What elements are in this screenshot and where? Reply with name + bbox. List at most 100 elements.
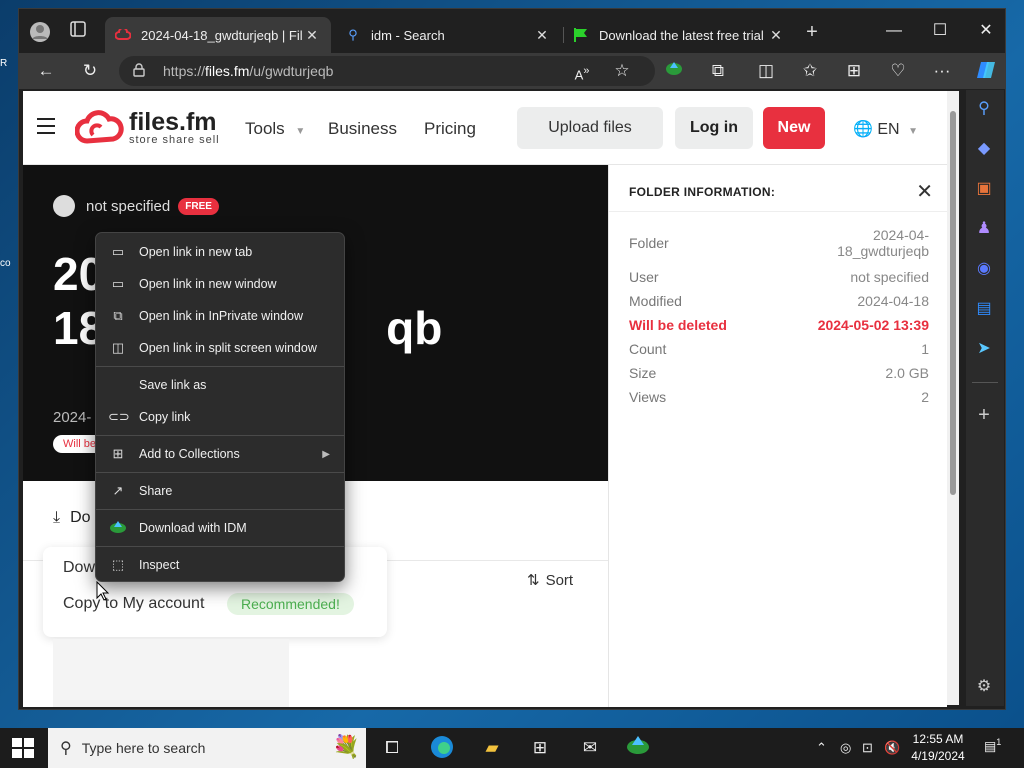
upload-files-button[interactable]: Upload files xyxy=(517,107,663,149)
tab-idm-download[interactable]: Download the latest free trial ve ✕ xyxy=(563,17,795,53)
ctx-label: Save link as xyxy=(139,378,207,392)
globe-icon: 🌐 xyxy=(853,121,873,138)
tab-close-icon[interactable]: ✕ xyxy=(533,27,551,44)
sidebar-outlook-icon[interactable]: ▤ xyxy=(971,296,997,322)
ctx-inspect[interactable]: ⬚ Inspect xyxy=(96,550,344,580)
read-aloud-icon[interactable]: A» xyxy=(569,59,595,83)
logo-tagline: store share sell xyxy=(129,134,220,146)
download-button[interactable]: ⤓ Do xyxy=(53,509,91,527)
info-row-deletion: Will be deleted 2024-05-02 13:39 xyxy=(629,317,929,333)
sidebar-search-icon[interactable]: ⚲ xyxy=(971,96,997,122)
collections-icon[interactable]: ⊞ xyxy=(841,59,867,83)
divider xyxy=(609,211,947,212)
info-value: 2 xyxy=(921,389,929,405)
tray-chevron-icon[interactable]: ⌃ xyxy=(816,740,827,756)
ctx-add-to-collections[interactable]: ⊞ Add to Collections ▶ xyxy=(96,439,344,469)
refresh-icon[interactable]: ↻ xyxy=(77,59,103,83)
info-row-count: Count 1 xyxy=(629,341,929,357)
ctx-save-link-as[interactable]: Save link as xyxy=(96,370,344,400)
ctx-open-inprivate[interactable]: ⧉ Open link in InPrivate window xyxy=(96,301,344,331)
lock-icon xyxy=(133,62,149,80)
notification-center-icon[interactable]: ▤1 xyxy=(984,737,1001,754)
hamburger-menu-icon[interactable] xyxy=(37,118,55,134)
ctx-label: Inspect xyxy=(139,558,180,572)
sidebar-settings-gear-icon[interactable]: ⚙ xyxy=(971,674,997,700)
sidebar-games-icon[interactable]: ♟ xyxy=(971,216,997,242)
collections-icon: ⊞ xyxy=(112,446,124,461)
sidebar-add-icon[interactable]: + xyxy=(971,402,997,428)
close-window-icon[interactable]: ✕ xyxy=(963,17,1009,45)
download-option[interactable]: Dow xyxy=(63,559,95,577)
sidebar-send-icon[interactable]: ➤ xyxy=(971,336,997,362)
download-label: Do xyxy=(70,509,91,526)
back-arrow-icon[interactable]: ← xyxy=(33,59,59,83)
volume-muted-icon[interactable]: 🔇 xyxy=(884,740,900,756)
tab-idm-search[interactable]: ⚲ idm - Search ✕ xyxy=(335,17,561,53)
ctx-open-new-tab[interactable]: ▭ Open link in new tab xyxy=(96,237,344,267)
idm-taskbar-icon[interactable] xyxy=(624,734,652,762)
nav-business[interactable]: Business xyxy=(328,119,397,139)
chevron-down-icon: ▼ xyxy=(295,126,306,137)
sidebar-office-icon[interactable]: ◉ xyxy=(971,256,997,282)
new-tab-plus-icon[interactable]: + xyxy=(801,21,823,43)
ctx-copy-link[interactable]: ⊂⊃ Copy link xyxy=(96,402,344,432)
taskbar-search-input[interactable]: ⚲ Type here to search 💐 xyxy=(48,728,366,768)
copy-to-account-option[interactable]: Copy to My account xyxy=(63,595,204,613)
logo-name: files.fm xyxy=(129,108,217,136)
windows-start-icon[interactable] xyxy=(12,738,34,758)
info-value: 1 xyxy=(921,341,929,357)
ctx-label: Open link in split screen window xyxy=(139,341,317,355)
copilot-icon[interactable] xyxy=(973,59,999,83)
filesfm-logo[interactable]: files.fm store share sell xyxy=(75,109,220,147)
new-window-icon: ▭ xyxy=(111,276,125,291)
login-button[interactable]: Log in xyxy=(675,107,753,149)
ctx-open-new-window[interactable]: ▭ Open link in new window xyxy=(96,269,344,299)
inprivate-icon: ⧉ xyxy=(113,308,123,323)
navigation-bar: ← ↻ https://files.fm/u/gwdturjeqb A» ☆ ⧉… xyxy=(19,53,1005,89)
idm-extension-icon[interactable] xyxy=(661,59,687,83)
task-view-icon[interactable]: ⧠ xyxy=(378,734,406,762)
new-button[interactable]: New xyxy=(763,107,825,149)
info-value: not specified xyxy=(850,269,929,285)
sort-button[interactable]: ⇅ Sort xyxy=(527,571,573,589)
taskbar-clock[interactable]: 12:55 AM 4/19/2024 xyxy=(906,731,970,765)
tab-title: Download the latest free trial ve xyxy=(599,27,767,43)
menu-separator xyxy=(96,472,344,473)
store-icon[interactable]: ⊞ xyxy=(526,734,554,762)
tab-close-icon[interactable]: ✕ xyxy=(303,27,321,44)
maximize-icon[interactable]: ☐ xyxy=(917,17,963,45)
language-label: EN xyxy=(877,121,900,138)
page-scrollbar[interactable] xyxy=(947,91,959,705)
more-menu-icon[interactable]: ··· xyxy=(929,59,955,83)
folder-info-panel: FOLDER INFORMATION: ✕ Folder 2024-04- 18_… xyxy=(608,165,947,707)
owner-name: not specified xyxy=(86,197,171,215)
tab-filesfm[interactable]: 2024-04-18_gwdturjeqb | Files.fm ✕ xyxy=(105,17,331,53)
scrollbar-thumb[interactable] xyxy=(950,111,956,495)
sidebar-tag-icon[interactable]: ◆ xyxy=(971,136,997,162)
network-icon[interactable]: ⊡ xyxy=(862,740,873,756)
nav-pricing[interactable]: Pricing xyxy=(424,119,476,139)
ctx-open-split-screen[interactable]: ◫ Open link in split screen window xyxy=(96,333,344,363)
extensions-puzzle-icon[interactable]: ⧉ xyxy=(705,59,731,83)
edge-taskbar-icon[interactable] xyxy=(428,734,456,762)
tray-webcam-icon[interactable]: ◎ xyxy=(840,740,851,756)
favorite-star-icon[interactable]: ☆ xyxy=(609,59,635,83)
mail-icon[interactable]: ✉ xyxy=(576,734,604,762)
ctx-share[interactable]: ↗ Share xyxy=(96,476,344,506)
file-explorer-icon[interactable]: ▰ xyxy=(478,734,506,762)
ctx-download-with-idm[interactable]: Download with IDM xyxy=(96,513,344,543)
sidebar-tools-icon[interactable]: ▣ xyxy=(971,176,997,202)
language-selector[interactable]: 🌐 EN ▼ xyxy=(853,119,918,139)
close-icon[interactable]: ✕ xyxy=(916,179,933,204)
file-thumbnail[interactable] xyxy=(53,639,289,707)
favorites-icon[interactable]: ✩ xyxy=(797,59,823,83)
profile-avatar-icon[interactable] xyxy=(29,21,51,43)
nav-tools[interactable]: Tools ▼ xyxy=(245,119,305,139)
minimize-icon[interactable]: — xyxy=(871,17,917,45)
browser-essentials-icon[interactable]: ♡ xyxy=(885,59,911,83)
search-highlight-icon: 💐 xyxy=(332,734,360,759)
tab-actions-icon[interactable] xyxy=(67,21,89,43)
sidebar-divider xyxy=(972,382,998,383)
tab-close-icon[interactable]: ✕ xyxy=(767,27,785,44)
split-screen-icon[interactable]: ◫ xyxy=(753,59,779,83)
